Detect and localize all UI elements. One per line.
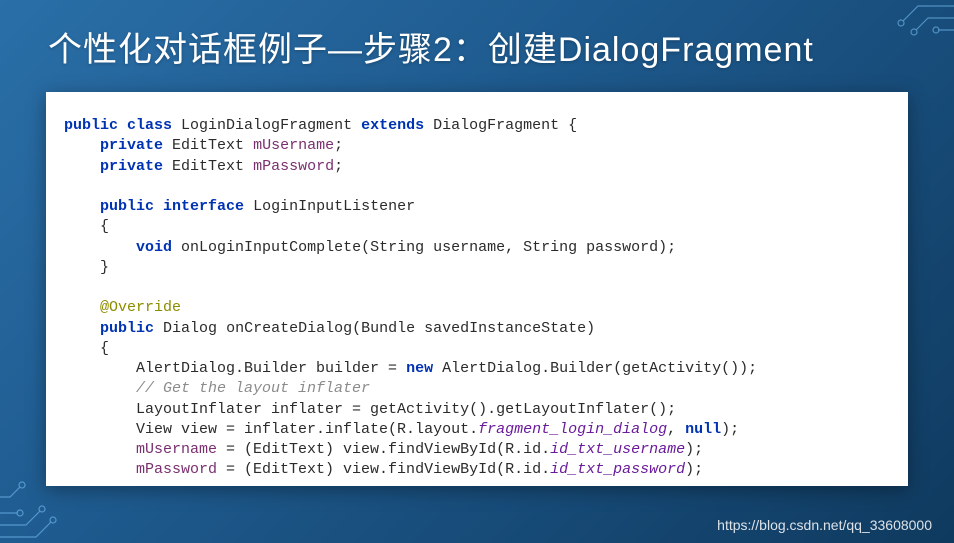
slide: 个性化对话框例子—步骤2：创建DialogFragment public cla…: [0, 0, 954, 543]
code-block: public class LoginDialogFragment extends…: [46, 92, 908, 486]
code-content: public class LoginDialogFragment extends…: [64, 116, 890, 481]
kw-public-class: public class: [64, 117, 172, 134]
slide-title: 个性化对话框例子—步骤2：创建DialogFragment: [48, 22, 814, 71]
decoration-circuit-top-right: [848, 0, 954, 66]
annotation-override: @Override: [100, 299, 181, 316]
code-comment: // Get the layout inflater: [136, 380, 370, 397]
watermark-url: https://blog.csdn.net/qq_33608000: [717, 517, 932, 533]
